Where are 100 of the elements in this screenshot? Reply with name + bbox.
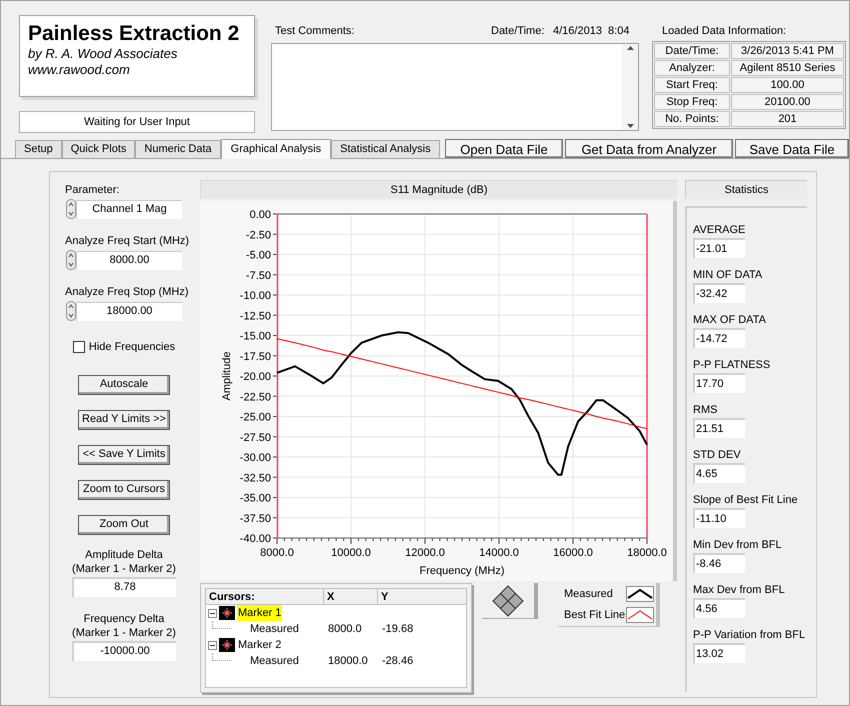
statistic-label: Max Dev from BFL [693,583,786,597]
tab[interactable]: Setup [15,140,62,158]
delta-value: 8.78 [72,576,176,596]
scroll-up-icon[interactable] [626,46,634,50]
diamond-pad-icon [492,584,524,616]
y-tick-label: -32.50 [240,472,271,484]
info-value: 3/26/2013 5:41 PM [731,43,844,59]
x-tick-label: 16000.0 [553,547,593,559]
table-cell-text: 8000.0 [327,622,363,637]
numeric-field[interactable]: 8000.00 [76,250,182,270]
checkbox[interactable] [72,341,85,354]
comments-field[interactable] [271,43,639,131]
checkbox-label: Hide Frequencies [88,340,176,355]
statistic-label: MAX OF DATA [693,313,767,327]
collapse-icon[interactable] [208,640,217,650]
tab[interactable]: Statistical Analysis [331,140,440,158]
tab[interactable]: Quick Plots [62,140,136,158]
statistic-label: Min Dev from BFL [693,538,783,552]
statistic-value: 13.02 [693,643,745,663]
y-tick-label: -12.50 [240,310,271,322]
y-tick-label: -22.50 [240,391,271,404]
statistic-label: MIN OF DATA [693,268,764,282]
column-header: Y [380,590,390,604]
scroll-down-icon[interactable] [626,124,634,128]
y-tick-label: -2.50 [246,229,271,242]
statistic-label: Slope of Best Fit Line [693,493,799,507]
marker-name[interactable]: Marker 1 [237,604,282,622]
table-cell-text: 18000.0 [327,654,369,669]
datetime-label: Date/Time: [491,24,546,39]
y-tick-label: -15.00 [240,330,271,342]
info-value: 201 [731,111,844,127]
x-axis-title: Frequency (MHz) [420,565,504,577]
comments-label: Test Comments: [274,24,356,39]
info-value: Agilent 8510 Series [731,60,844,76]
info-value: 100.00 [731,77,844,93]
statistic-value: 4.65 [693,463,745,483]
action-button[interactable]: Read Y Limits >> [78,410,170,430]
cursor-move-button[interactable] [482,583,538,619]
column-header: X [324,589,378,604]
marker-name[interactable]: Marker 2 [237,636,282,654]
tree-item-label: Measured [250,654,299,669]
marker-icon [219,606,235,620]
action-button[interactable]: Autoscale [78,374,170,394]
statistic-label: STD DEV [693,448,742,462]
action-button[interactable]: << Save Y Limits [78,444,170,464]
x-tick-label: 10000.0 [331,547,371,559]
y-tick-label: -37.50 [240,512,271,525]
table-cell-text: -19.68 [381,622,414,637]
statistic-value: 4.56 [693,598,745,618]
legend-swatch-icon [626,586,654,602]
numeric-field[interactable]: Channel 1 Mag [76,200,182,218]
y-axis-title: Amplitude [221,352,233,400]
numeric-field[interactable]: 18000.00 [76,302,182,320]
tree-item-label: Measured [250,622,299,637]
collapse-icon[interactable] [208,608,217,618]
spinner-icon[interactable] [66,301,76,321]
statistic-label: P-P Variation from BFL [693,628,806,642]
field-label: Analyze Freq Start (MHz) [64,234,190,249]
x-tick-label: 12000.0 [405,547,445,559]
tab[interactable]: Numeric Data [135,140,221,158]
toolbar-button[interactable]: Save Data File [735,139,849,158]
delta-sublabel: (Marker 1 - Marker 2) [72,562,176,576]
info-label: Analyzer: [654,60,730,76]
statistic-value: -32.42 [693,283,745,303]
action-button[interactable]: Zoom to Cursors [78,480,170,500]
x-tick-label: 14000.0 [479,547,519,559]
app-byline: by R. A. Wood Associates [28,46,178,62]
delta-label: Frequency Delta [84,612,164,626]
chart-title: S11 Magnitude (dB) [200,180,677,199]
info-value: 20100.00 [731,94,844,110]
statistic-label: RMS [693,403,718,417]
spinner-icon[interactable] [66,250,76,270]
info-label: Start Freq: [654,77,730,93]
toolbar-button[interactable]: Open Data File [445,139,563,158]
statistic-value: -14.72 [693,328,745,348]
x-tick-label: 8000.0 [260,547,294,559]
y-tick-label: -25.00 [240,412,271,424]
statistic-value: -8.46 [693,553,745,573]
statistic-label: P-P FLATNESS [693,358,772,372]
statistic-label: AVERAGE [693,223,746,237]
legend-swatch-icon [626,607,654,624]
tab[interactable]: Graphical Analysis [220,139,332,159]
action-button[interactable]: Zoom Out [78,514,170,534]
y-tick-label: -7.50 [246,270,271,282]
column-header: Cursors: [206,589,324,604]
delta-label: Amplitude Delta [85,548,163,562]
y-tick-label: 0.00 [250,209,271,221]
loaded-data-title: Loaded Data Information: [661,24,788,39]
info-label: No. Points: [654,111,730,127]
y-tick-label: -20.00 [240,371,271,383]
scrollbar[interactable] [622,44,638,130]
toolbar-button[interactable]: Get Data from Analyzer [565,139,733,158]
y-tick-label: -17.50 [240,350,271,363]
legend-label: Measured [564,586,613,602]
y-tick-label: -35.00 [240,492,271,504]
datetime-value: 4/16/2013 8:04 [553,24,630,39]
table-cell-text: -28.46 [381,654,414,669]
x-tick-label: 18000.0 [627,547,667,559]
spinner-icon[interactable] [66,199,76,219]
field-label: Analyze Freq Stop (MHz) [64,285,188,300]
